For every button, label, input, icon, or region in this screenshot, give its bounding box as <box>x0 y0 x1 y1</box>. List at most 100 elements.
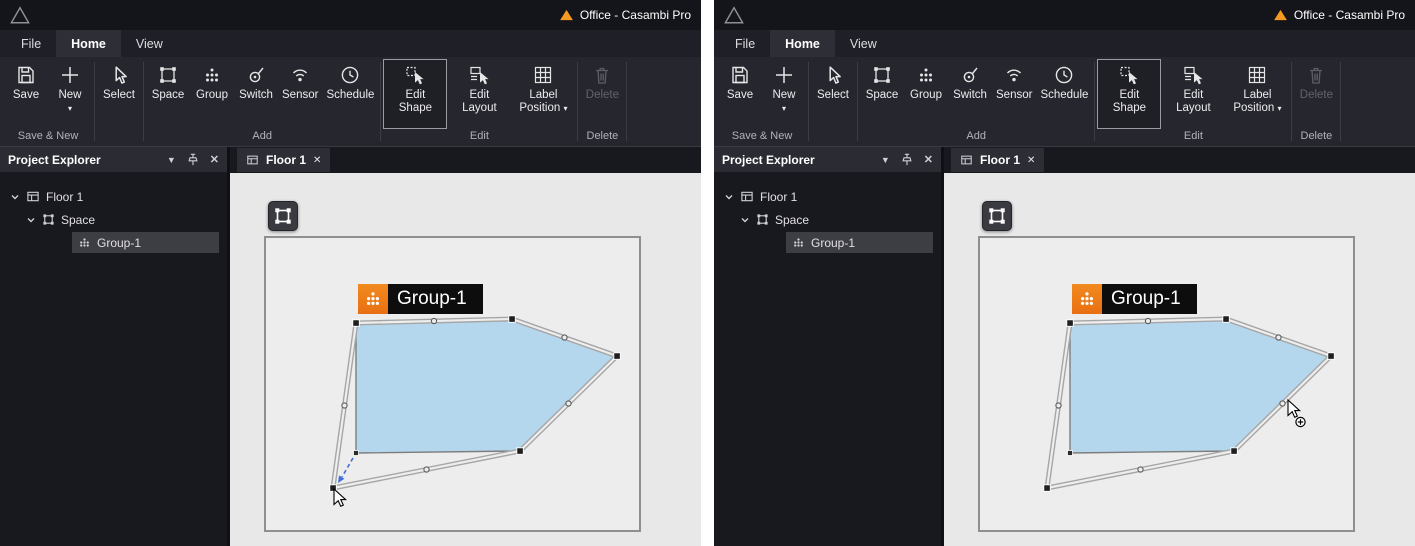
label-position-label: Label Position ▾ <box>519 89 568 114</box>
window-title-area: Office - Casambi Pro <box>559 8 691 22</box>
window-title: Office - Casambi Pro <box>1293 8 1405 22</box>
ribbon-group-label-delete: Delete <box>1300 130 1333 142</box>
chevron-down-icon[interactable] <box>740 215 750 225</box>
menu-view[interactable]: View <box>835 30 892 57</box>
group-dots-icon <box>920 68 932 82</box>
edit-shape-button[interactable]: Edit Shape <box>383 59 448 129</box>
group-shape-label[interactable]: Group-1 <box>1072 284 1197 314</box>
group-button[interactable]: Group <box>904 59 948 129</box>
pin-icon[interactable] <box>187 153 199 166</box>
project-tree: Floor 1 Space Group-1 <box>0 172 227 254</box>
delete-button[interactable]: Delete <box>580 59 624 129</box>
panel-menu-icon[interactable]: ▼ <box>167 155 176 165</box>
group-label-text: Group-1 <box>397 288 467 309</box>
select-button[interactable]: Select <box>811 59 855 141</box>
tab-floor-1[interactable]: Floor 1 ✕ <box>951 148 1045 172</box>
menubar: File Home View <box>714 30 1415 57</box>
edit-layout-button[interactable]: Edit Layout <box>447 59 511 129</box>
edit-shape-label: Edit Shape <box>398 89 433 114</box>
menu-home[interactable]: Home <box>56 30 121 57</box>
switch-label: Switch <box>953 89 987 101</box>
tree-item-space[interactable]: Space <box>714 208 941 231</box>
menu-view[interactable]: View <box>121 30 178 57</box>
group-dots-icon <box>366 292 380 306</box>
schedule-button[interactable]: Schedule <box>322 59 378 129</box>
tree-item-floor[interactable]: Floor 1 <box>0 185 227 208</box>
tree-item-group-row: Group-1 <box>714 231 941 254</box>
ribbon-group-delete: Delete Delete <box>578 57 626 146</box>
project-explorer-panel: Project Explorer ▼ ✕ Floor 1 Space Group… <box>714 147 944 546</box>
ribbon-separator <box>626 62 628 141</box>
floorplan-scene[interactable] <box>944 173 1415 546</box>
edit-layout-button[interactable]: Edit Layout <box>1161 59 1225 129</box>
new-button[interactable]: New ▾ <box>762 59 806 129</box>
ribbon-group-save-new: Save New ▾ Save & New <box>2 57 94 146</box>
titlebar: Office - Casambi Pro <box>714 0 1415 30</box>
menu-file[interactable]: File <box>6 30 56 57</box>
schedule-button[interactable]: Schedule <box>1036 59 1092 129</box>
space-button[interactable]: Space <box>146 59 190 129</box>
new-label: New <box>772 89 796 101</box>
tree-item-group-label: Group-1 <box>97 235 142 250</box>
tab-label: Floor 1 <box>980 153 1021 167</box>
tree-item-group-selected[interactable]: Group-1 <box>72 232 219 253</box>
ribbon-group-select: Select <box>809 57 857 146</box>
shape-tool-button[interactable] <box>268 201 298 231</box>
ribbon-group-label-add: Add <box>252 130 272 142</box>
save-button[interactable]: Save <box>4 59 48 129</box>
chevron-down-icon[interactable] <box>724 192 734 202</box>
dropdown-caret-icon: ▾ <box>563 103 568 113</box>
delete-button[interactable]: Delete <box>1294 59 1338 129</box>
edit-layout-label: Edit Layout <box>462 89 497 114</box>
floorplan-canvas[interactable]: Group-1 <box>230 173 701 546</box>
pin-icon[interactable] <box>901 153 913 166</box>
space-marquee-icon <box>160 67 176 83</box>
tab-floor-1[interactable]: Floor 1 ✕ <box>237 148 331 172</box>
label-position-button[interactable]: Label Position ▾ <box>511 59 575 129</box>
group-label: Group <box>910 89 942 101</box>
menu-home[interactable]: Home <box>770 30 835 57</box>
group-button[interactable]: Group <box>190 59 234 129</box>
menu-file[interactable]: File <box>720 30 770 57</box>
group-shape-label[interactable]: Group-1 <box>358 284 483 314</box>
switch-button[interactable]: Switch <box>948 59 992 129</box>
panel-menu-icon[interactable]: ▼ <box>881 155 890 165</box>
label-position-button[interactable]: Label Position ▾ <box>1225 59 1289 129</box>
old-vertex-handle[interactable] <box>1067 450 1073 456</box>
save-button[interactable]: Save <box>718 59 762 129</box>
app-window-left: Office - Casambi Pro File Home View Save… <box>0 0 701 546</box>
tree-item-floor[interactable]: Floor 1 <box>714 185 941 208</box>
floorplan-canvas[interactable]: Group-1 <box>944 173 1415 546</box>
tree-item-space-label: Space <box>61 212 96 227</box>
document-area: Floor 1 ✕ Group-1 <box>230 147 701 546</box>
chevron-down-icon[interactable] <box>26 215 36 225</box>
tree-item-space[interactable]: Space <box>0 208 227 231</box>
shape-tool-button[interactable] <box>982 201 1012 231</box>
tab-close-icon[interactable]: ✕ <box>313 155 321 166</box>
ribbon-group-add: Space Group Switch Sensor Schedule Add <box>144 57 380 146</box>
ribbon-group-label-add: Add <box>966 130 986 142</box>
casambi-logo-icon <box>724 6 744 24</box>
close-panel-icon[interactable]: ✕ <box>924 153 933 166</box>
switch-button[interactable]: Switch <box>234 59 278 129</box>
old-vertex-handle[interactable] <box>353 450 359 456</box>
close-panel-icon[interactable]: ✕ <box>210 153 219 166</box>
edit-shape-button[interactable]: Edit Shape <box>1097 59 1162 129</box>
floorplan-scene[interactable] <box>230 173 701 546</box>
trash-icon <box>596 67 609 84</box>
sensor-button[interactable]: Sensor <box>992 59 1036 129</box>
ribbon-group-label-delete: Delete <box>586 130 619 142</box>
space-button[interactable]: Space <box>860 59 904 129</box>
tree-item-group-selected[interactable]: Group-1 <box>786 232 933 253</box>
save-label: Save <box>12 89 40 101</box>
tree-item-group-row: Group-1 <box>0 231 227 254</box>
sensor-button[interactable]: Sensor <box>278 59 322 129</box>
label-position-grid-icon <box>1249 66 1266 84</box>
new-button[interactable]: New ▾ <box>48 59 92 129</box>
tab-close-icon[interactable]: ✕ <box>1027 155 1035 166</box>
space-label: Space <box>151 89 185 101</box>
select-button[interactable]: Select <box>97 59 141 141</box>
chevron-down-icon[interactable] <box>10 192 20 202</box>
ribbon-group-label-edit: Edit <box>469 130 489 142</box>
shape-tool-icon <box>275 208 291 224</box>
